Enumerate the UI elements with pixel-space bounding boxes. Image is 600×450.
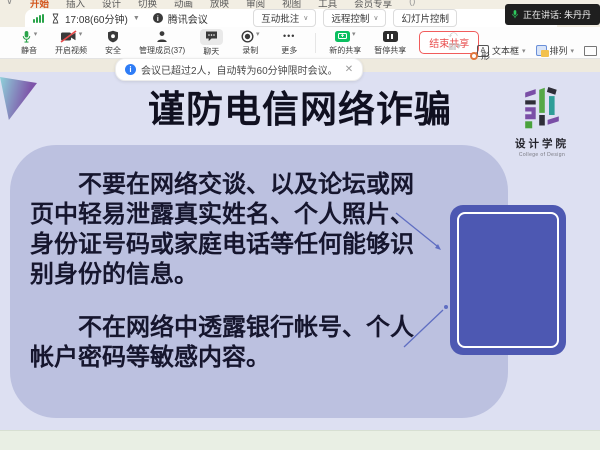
toolbar-divider <box>315 33 316 53</box>
slide-size-button[interactable]: ▾ <box>584 46 600 56</box>
slide-canvas: 谨防电信网络诈骗 设计学院 College of Design 不要在网络交谈、… <box>0 72 600 430</box>
chevron-down-icon[interactable]: ▾ <box>256 30 260 38</box>
undo-icon: ⤺ <box>448 29 461 39</box>
share-screen-icon <box>335 31 350 42</box>
speaking-mic-icon <box>511 9 519 20</box>
camera-button[interactable]: ▾ 开启视频 <box>55 30 87 56</box>
chevron-down-icon[interactable]: ▾ <box>352 30 356 38</box>
new-share-button[interactable]: ▾ 新的共享 <box>329 30 361 56</box>
shape-circle-icon <box>470 52 478 60</box>
mute-button[interactable]: ▾ 静音 <box>16 30 42 56</box>
arrange-button[interactable]: 排列▾ <box>536 44 575 57</box>
app-name: 腾讯会议 <box>168 11 208 26</box>
close-icon[interactable]: ✕ <box>345 64 353 75</box>
rectangle-icon <box>584 46 597 56</box>
toolbar-band: ▾ 静音 ▾ 开启视频 安全 管理成员(37) 聊天 ▾ 录制 <box>0 27 600 59</box>
ppt-ribbon-fragment: A文本框▾ 排列▾ ▾ <box>477 27 600 66</box>
notification-text: 会议已超过2人，自动转为60分钟限时会议。 <box>141 62 338 77</box>
meeting-header: 17:08(60分钟) ▼ i 腾讯会议 互动批注∨ 远程控制∨ 幻灯片控制 <box>25 9 557 27</box>
chat-button[interactable]: 聊天 <box>198 29 224 57</box>
camera-off-icon <box>60 30 77 43</box>
member-icon <box>156 30 168 43</box>
ellipsis-icon: ••• <box>283 30 295 42</box>
photo-frame-border <box>457 212 559 348</box>
chevron-down-icon: ∨ <box>303 14 308 22</box>
meeting-notification: i 会议已超过2人，自动转为60分钟限时会议。 ✕ <box>115 58 363 81</box>
screen: ∨ 开始 插入 设计 切换 动画 放映 审阅 视图 工具 会员专享 () 17:… <box>0 0 600 450</box>
speaking-indicator: 正在讲话: 朱丹丹 <box>505 4 600 25</box>
record-icon <box>241 30 254 43</box>
photo-frame-placeholder <box>450 205 566 355</box>
chat-icon <box>205 30 218 42</box>
remote-control-button[interactable]: 远程控制∨ <box>323 9 386 27</box>
chevron-down-icon: ▾ <box>522 47 526 55</box>
chevron-down-icon[interactable]: ▾ <box>34 30 38 38</box>
manage-members-button[interactable]: 管理成员(37) <box>139 30 185 56</box>
shapes-button[interactable]: 形 <box>470 49 490 62</box>
collapse-ribbon-icon[interactable]: ∨ <box>6 0 13 10</box>
timer-caret-icon[interactable]: ▼ <box>133 15 140 22</box>
meeting-info-icon[interactable]: i <box>153 13 163 23</box>
pause-share-button[interactable]: 暂停共享 <box>374 30 406 56</box>
pause-icon <box>383 31 398 42</box>
ppt-status-strip <box>0 430 600 450</box>
arrange-icon <box>536 45 547 56</box>
chevron-down-icon[interactable]: ▾ <box>79 30 83 38</box>
ppt-disabled-icons: ⤺ ▦▾ <box>448 29 461 51</box>
chevron-down-icon: ∨ <box>373 14 378 22</box>
speaking-text: 正在讲话: 朱丹丹 <box>523 8 591 21</box>
annotate-button[interactable]: 互动批注∨ <box>253 9 316 27</box>
info-icon: i <box>125 64 136 75</box>
mic-icon <box>21 30 32 44</box>
chevron-down-icon: ▾ <box>571 47 575 55</box>
timer-icon <box>51 13 60 24</box>
security-button[interactable]: 安全 <box>100 30 126 56</box>
shield-icon <box>107 30 119 43</box>
network-signal-icon <box>33 14 44 23</box>
more-button[interactable]: ••• 更多 <box>276 30 302 56</box>
slide-control-button[interactable]: 幻灯片控制 <box>393 9 457 27</box>
grid-icon: ▦▾ <box>448 41 461 51</box>
meeting-timer[interactable]: 17:08(60分钟) <box>65 11 128 26</box>
record-button[interactable]: ▾ 录制 <box>237 30 263 56</box>
